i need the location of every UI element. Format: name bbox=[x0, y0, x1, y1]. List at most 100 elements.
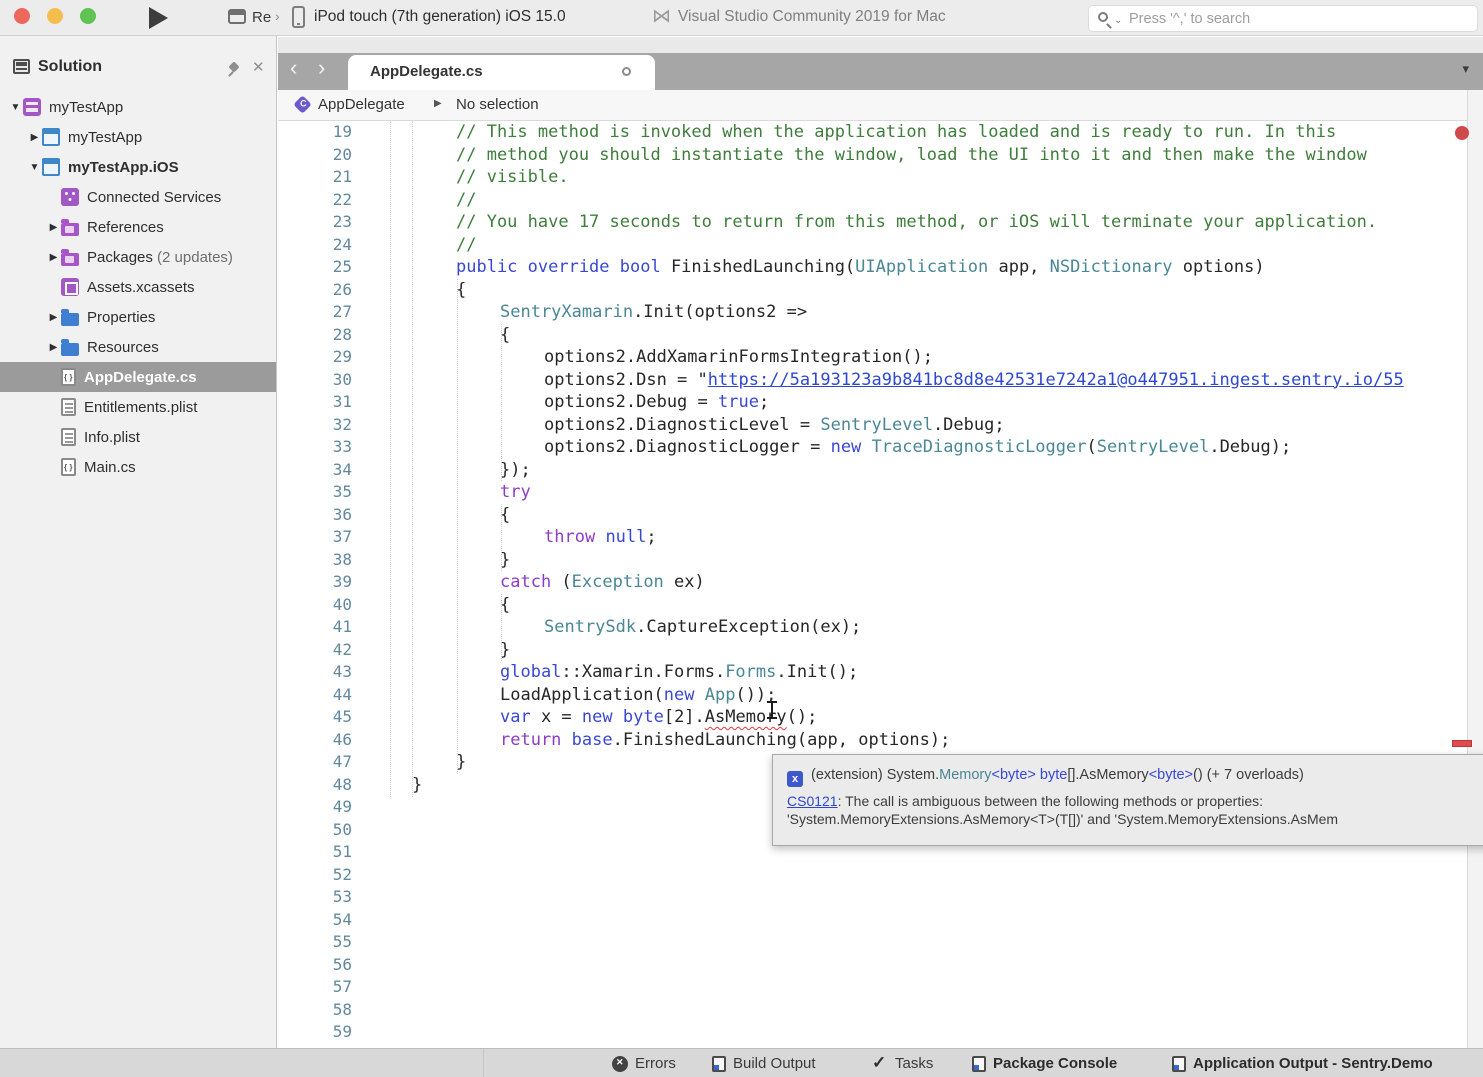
breadcrumb-selection[interactable]: No selection bbox=[456, 96, 539, 113]
code-line-19[interactable]: // This method is invoked when the appli… bbox=[278, 121, 1467, 144]
code-line-39[interactable]: catch (Exception ex) bbox=[278, 571, 1467, 594]
tab-bar: ‹ › AppDelegate.cs ▾ bbox=[278, 53, 1483, 90]
zoom-window-button[interactable] bbox=[80, 8, 96, 24]
folder-blue-icon bbox=[61, 343, 79, 356]
chevron-expanded-icon[interactable]: ▼ bbox=[27, 162, 42, 173]
editor-scrollbar[interactable] bbox=[1467, 90, 1483, 1048]
output-pad-icon bbox=[1172, 1056, 1186, 1072]
code-line-41[interactable]: SentrySdk.CaptureException(ex); bbox=[278, 616, 1467, 639]
project-icon bbox=[42, 158, 60, 176]
code-line-23[interactable]: // You have 17 seconds to return from th… bbox=[278, 211, 1467, 234]
sidebar-item-label: Properties bbox=[87, 309, 155, 326]
project-icon bbox=[42, 128, 60, 146]
sidebar-item-label: References bbox=[87, 219, 164, 236]
search-input[interactable] bbox=[1129, 6, 1459, 31]
error-message-line1: : The call is ambiguous between the foll… bbox=[838, 793, 1263, 809]
chevron-collapsed-icon[interactable]: ▶ bbox=[46, 312, 61, 323]
code-line-43[interactable]: global::Xamarin.Forms.Forms.Init(); bbox=[278, 661, 1467, 684]
code-line-46[interactable]: return base.FinishedLaunching(app, optio… bbox=[278, 729, 1467, 752]
sidebar-item-label: Connected Services bbox=[87, 189, 221, 206]
statusbar-item-label: Application Output - Sentry.Demo bbox=[1193, 1055, 1433, 1072]
sidebar-item-main-cs[interactable]: Main.cs bbox=[0, 452, 276, 482]
sidebar-item-connected-services[interactable]: Connected Services bbox=[0, 182, 276, 212]
pin-icon[interactable] bbox=[228, 62, 242, 76]
code-line-28[interactable]: { bbox=[278, 324, 1467, 347]
code-line-33[interactable]: options2.DiagnosticLogger = new TraceDia… bbox=[278, 436, 1467, 459]
chevron-collapsed-icon[interactable]: ▶ bbox=[46, 222, 61, 233]
sidebar-item-mytestapp[interactable]: ▼ myTestApp bbox=[0, 92, 276, 122]
sidebar-item-entitlements-plist[interactable]: Entitlements.plist bbox=[0, 392, 276, 422]
code-line-21[interactable]: // visible. bbox=[278, 166, 1467, 189]
solution-pad-icon bbox=[13, 59, 30, 74]
tab-overflow-icon[interactable]: ▾ bbox=[1462, 61, 1469, 77]
code-line-42[interactable]: } bbox=[278, 639, 1467, 662]
statusbar-item-tasks[interactable]: Tasks bbox=[872, 1049, 933, 1077]
statusbar-item-errors[interactable]: Errors bbox=[612, 1049, 676, 1077]
sidebar-item-mytestapp-ios[interactable]: ▼ myTestApp.iOS bbox=[0, 152, 276, 182]
plist-icon bbox=[61, 428, 76, 446]
code-line-40[interactable]: { bbox=[278, 594, 1467, 617]
chevron-collapsed-icon[interactable]: ▶ bbox=[46, 252, 61, 263]
csfile-icon bbox=[61, 368, 76, 386]
statusbar-item-package-console[interactable]: Package Console bbox=[972, 1049, 1117, 1077]
sidebar-item-assets-xcassets[interactable]: Assets.xcassets bbox=[0, 272, 276, 302]
line-number: 57 bbox=[278, 976, 352, 999]
code-line-29[interactable]: options2.AddXamarinFormsIntegration(); bbox=[278, 346, 1467, 369]
code-line-36[interactable]: { bbox=[278, 504, 1467, 527]
breadcrumb-class[interactable]: AppDelegate bbox=[318, 96, 405, 113]
code-line-45[interactable]: var x = new byte[2].AsMemory(); bbox=[278, 706, 1467, 729]
sidebar-item-appdelegate-cs[interactable]: AppDelegate.cs bbox=[0, 362, 276, 392]
code-line-27[interactable]: SentryXamarin.Init(options2 => bbox=[278, 301, 1467, 324]
code-line-24[interactable]: // bbox=[278, 234, 1467, 257]
code-line-44[interactable]: LoadApplication(new App()); bbox=[278, 684, 1467, 707]
pad-title: Solution bbox=[38, 58, 102, 76]
code-line-35[interactable]: try bbox=[278, 481, 1467, 504]
tab-appdelegate[interactable]: AppDelegate.cs bbox=[348, 55, 655, 90]
code-line-26[interactable]: { bbox=[278, 279, 1467, 302]
navigate-forward-icon[interactable]: › bbox=[318, 55, 325, 81]
chevron-right-icon: › bbox=[275, 8, 280, 24]
line-number: 51 bbox=[278, 841, 352, 864]
sidebar-item-properties[interactable]: ▶ Properties bbox=[0, 302, 276, 332]
tooltip-error-text: CS0121: The call is ambiguous between th… bbox=[787, 793, 1338, 828]
code-line-20[interactable]: // method you should instantiate the win… bbox=[278, 144, 1467, 167]
error-circle-icon bbox=[612, 1056, 628, 1072]
chevron-collapsed-icon[interactable]: ▶ bbox=[46, 342, 61, 353]
code-line-30[interactable]: options2.Dsn = "https://5a193123a9b841bc… bbox=[278, 369, 1467, 392]
code-line-37[interactable]: throw null; bbox=[278, 526, 1467, 549]
sidebar-item-label: myTestApp.iOS bbox=[68, 159, 179, 176]
folder-purple-icon bbox=[61, 253, 79, 266]
run-button[interactable] bbox=[149, 7, 168, 29]
code-editor[interactable]: 19// This method is invoked when the app… bbox=[278, 121, 1467, 1048]
device-selector[interactable]: iPod touch (7th generation) iOS 15.0 bbox=[314, 8, 566, 26]
global-search-field[interactable]: ⌄ bbox=[1088, 5, 1478, 32]
sidebar-item-resources[interactable]: ▶Resources bbox=[0, 332, 276, 362]
configuration-selector[interactable]: Re bbox=[252, 9, 271, 26]
code-line-22[interactable]: // bbox=[278, 189, 1467, 212]
code-line-31[interactable]: options2.Debug = true; bbox=[278, 391, 1467, 414]
close-pad-icon[interactable]: ✕ bbox=[252, 58, 265, 76]
code-line-32[interactable]: options2.DiagnosticLevel = SentryLevel.D… bbox=[278, 414, 1467, 437]
statusbar-item-build-output[interactable]: Build Output bbox=[712, 1049, 816, 1077]
code-line-38[interactable]: } bbox=[278, 549, 1467, 572]
chevron-expanded-icon[interactable]: ▼ bbox=[8, 102, 23, 113]
statusbar-item-application-output-sentry-demo[interactable]: Application Output - Sentry.Demo bbox=[1172, 1049, 1433, 1077]
chevron-collapsed-icon[interactable]: ▶ bbox=[27, 132, 42, 143]
sidebar-item-references[interactable]: ▶ References bbox=[0, 212, 276, 242]
close-window-button[interactable] bbox=[14, 8, 30, 24]
text-cursor-pointer bbox=[766, 701, 778, 721]
code-line-34[interactable]: }); bbox=[278, 459, 1467, 482]
sidebar-item-mytestapp[interactable]: ▶ myTestApp bbox=[0, 122, 276, 152]
navigate-back-icon[interactable]: ‹ bbox=[290, 55, 297, 81]
sidebar-item-packages[interactable]: ▶Packages (2 updates) bbox=[0, 242, 276, 272]
sidebar-item-info-plist[interactable]: Info.plist bbox=[0, 422, 276, 452]
sidebar-item-label: myTestApp bbox=[49, 99, 123, 116]
sidebar-item-label: myTestApp bbox=[68, 129, 142, 146]
plist-icon bbox=[61, 398, 76, 416]
line-number: 59 bbox=[278, 1021, 352, 1044]
statusbar-item-label: Errors bbox=[635, 1055, 676, 1072]
unsaved-indicator-icon bbox=[622, 67, 631, 76]
error-code-link[interactable]: CS0121 bbox=[787, 793, 838, 809]
code-line-25[interactable]: public override bool FinishedLaunching(U… bbox=[278, 256, 1467, 279]
minimize-window-button[interactable] bbox=[47, 8, 63, 24]
